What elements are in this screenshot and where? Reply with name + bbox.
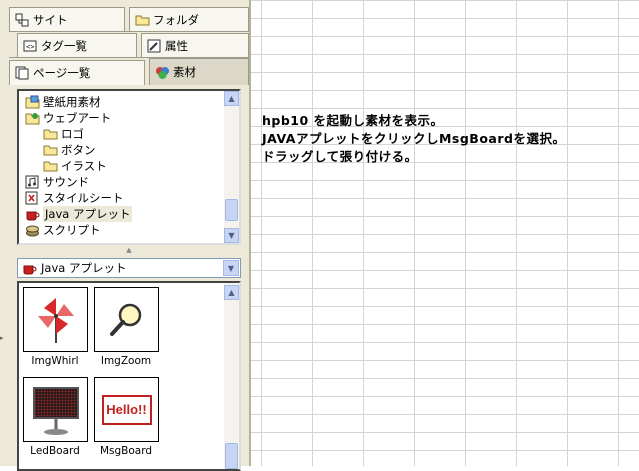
msgboard-preview-text: Hello!! [106,402,147,417]
tree-item-java-applet[interactable]: Java アプレット [24,206,133,222]
scroll-up-button[interactable]: ▲ [224,285,239,300]
tree-item-label: 壁紙用素材 [43,95,101,109]
tree-item-stylesheet[interactable]: スタイルシート [24,190,124,206]
tree-item-label: スクリプト [43,223,101,237]
site-icon [14,12,30,28]
gallery-item-ledboard[interactable] [23,377,88,442]
tree-item-label: Java アプレット [43,206,133,222]
pane-splitter[interactable]: ▲ [15,246,243,254]
tab-page-list[interactable]: ページ一覧 [9,60,145,85]
tab-page-list-label: ページ一覧 [33,66,91,80]
led-board-icon [32,386,79,435]
tree-item-label: イラスト [61,159,107,173]
chevron-down-icon[interactable]: ▼ [223,260,239,276]
tab-site[interactable]: サイト [9,7,125,31]
folder-icon [134,12,150,28]
java-icon [24,206,40,222]
tab-folder[interactable]: フォルダ [129,7,249,31]
tab-tag-list[interactable]: <> タグ一覧 [17,33,137,57]
tree-item-wallpaper[interactable]: 壁紙用素材 [24,94,101,110]
attribute-icon [146,38,162,54]
tab-attribute[interactable]: 属性 [141,33,249,57]
tab-material[interactable]: 素材 [149,58,249,85]
tree-item-button[interactable]: ボタン [42,142,96,158]
tree-item-illust[interactable]: イラスト [42,158,107,174]
tree-item-label: ロゴ [61,127,84,141]
tree-item-webart[interactable]: ウェブアート [24,110,111,126]
tab-tag-list-label: タグ一覧 [41,38,87,53]
gallery-item-imgwhirl[interactable] [23,287,88,352]
tree-item-label: サウンド [43,175,89,189]
tree-item-label: ボタン [61,143,96,157]
splitter-grip-icon: ▲ [126,246,132,254]
scroll-down-button[interactable]: ▼ [224,228,239,243]
sound-icon [24,174,40,190]
scroll-up-button[interactable]: ▲ [224,91,239,106]
tab-folder-label: フォルダ [153,12,199,27]
gallery-item-label: ImgWhirl [31,355,79,367]
java-icon [21,260,37,276]
scroll-thumb[interactable] [225,199,238,221]
tag-icon: <> [22,38,38,54]
panel-collapse-icon[interactable]: ▸ [0,334,4,342]
tree-item-label: ウェブアート [43,111,112,125]
tab-material-label: 素材 [173,65,196,79]
instruction-line-2: JAVAアプレットをクリックしMsgBoardを選択。 [262,131,566,146]
folder-icon [42,158,58,174]
tree-item-label: スタイルシート [43,191,124,205]
category-select[interactable]: Java アプレット ▼ [17,258,241,278]
instruction-line-1: hpb10 を起動し素材を表示。 [262,113,444,128]
instruction-line-3: ドラッグして張り付ける。 [262,149,418,164]
svg-text:<>: <> [26,43,34,51]
tree-item-logo[interactable]: ロゴ [42,126,84,142]
gallery-scrollbar[interactable]: ▲ [224,283,239,469]
tab-attribute-label: 属性 [165,38,188,53]
applet-gallery[interactable]: ImgWhirl ImgZoom LedBoard Hello!! MsgBoa… [17,281,241,471]
magnifier-icon [109,303,141,336]
tab-site-label: サイト [33,12,68,27]
tab-row-divider [9,31,249,32]
tree-scrollbar[interactable]: ▲ ▼ [224,91,239,243]
gallery-item-label: MsgBoard [99,445,153,457]
wallpaper-icon [24,94,40,110]
gallery-item-label: ImgZoom [100,355,152,367]
gallery-item-label: LedBoard [30,445,80,457]
material-tree[interactable]: 壁紙用素材 ウェブアート ロゴ ボタン イラスト サウンド スタイルシート Ja… [17,89,241,245]
webart-icon [24,110,40,126]
scroll-thumb[interactable] [225,443,238,469]
gallery-item-msgboard[interactable]: Hello!! [94,377,159,442]
material-icon [154,64,170,80]
stylesheet-icon [24,190,40,206]
spreadsheet-grid[interactable] [251,0,639,466]
pinwheel-icon [37,297,74,343]
folder-icon [42,126,58,142]
script-icon [24,222,40,238]
tree-item-sound[interactable]: サウンド [24,174,89,190]
page-icon [14,65,30,81]
tree-item-script[interactable]: スクリプト [24,222,101,238]
folder-icon [42,142,58,158]
msgboard-icon: Hello!! [101,394,152,425]
material-panel: サイト フォルダ <> タグ一覧 属性 ページ一覧 素材 壁紙用素材 ウェブアー… [0,0,251,471]
gallery-item-imgzoom[interactable] [94,287,159,352]
category-select-value: Java アプレット [41,261,127,275]
